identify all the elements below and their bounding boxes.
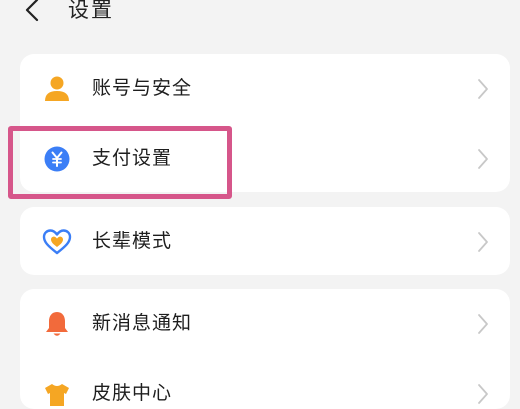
- settings-item-label: 账号与安全: [92, 77, 193, 99]
- user-icon: [45, 76, 69, 101]
- back-button[interactable]: [18, 0, 48, 26]
- settings-item-skin-center[interactable]: 皮肤中心: [20, 359, 510, 409]
- settings-group-elder: 长辈模式: [20, 207, 510, 275]
- settings-group-general: 新消息通知 皮肤中心: [20, 289, 510, 409]
- settings-item-elder-mode[interactable]: 长辈模式: [20, 207, 510, 275]
- heart-icon: [42, 229, 72, 255]
- header-bar: 设置: [0, 0, 520, 40]
- page-title: 设置: [68, 0, 114, 22]
- highlight-box: [8, 126, 232, 199]
- chevron-right-icon: [478, 79, 488, 99]
- skin-icon: [45, 384, 69, 406]
- settings-item-label: 新消息通知: [92, 312, 193, 334]
- chevron-right-icon: [478, 232, 488, 252]
- settings-item-label: 皮肤中心: [92, 382, 173, 404]
- back-arrow-icon: [25, 0, 39, 22]
- chevron-right-icon: [478, 149, 488, 169]
- settings-item-label: 长辈模式: [92, 230, 173, 252]
- bell-icon: [46, 312, 68, 336]
- settings-item-notifications[interactable]: 新消息通知: [20, 289, 510, 357]
- settings-item-account-security[interactable]: 账号与安全: [20, 54, 510, 122]
- chevron-right-icon: [478, 314, 488, 334]
- chevron-right-icon: [478, 384, 488, 404]
